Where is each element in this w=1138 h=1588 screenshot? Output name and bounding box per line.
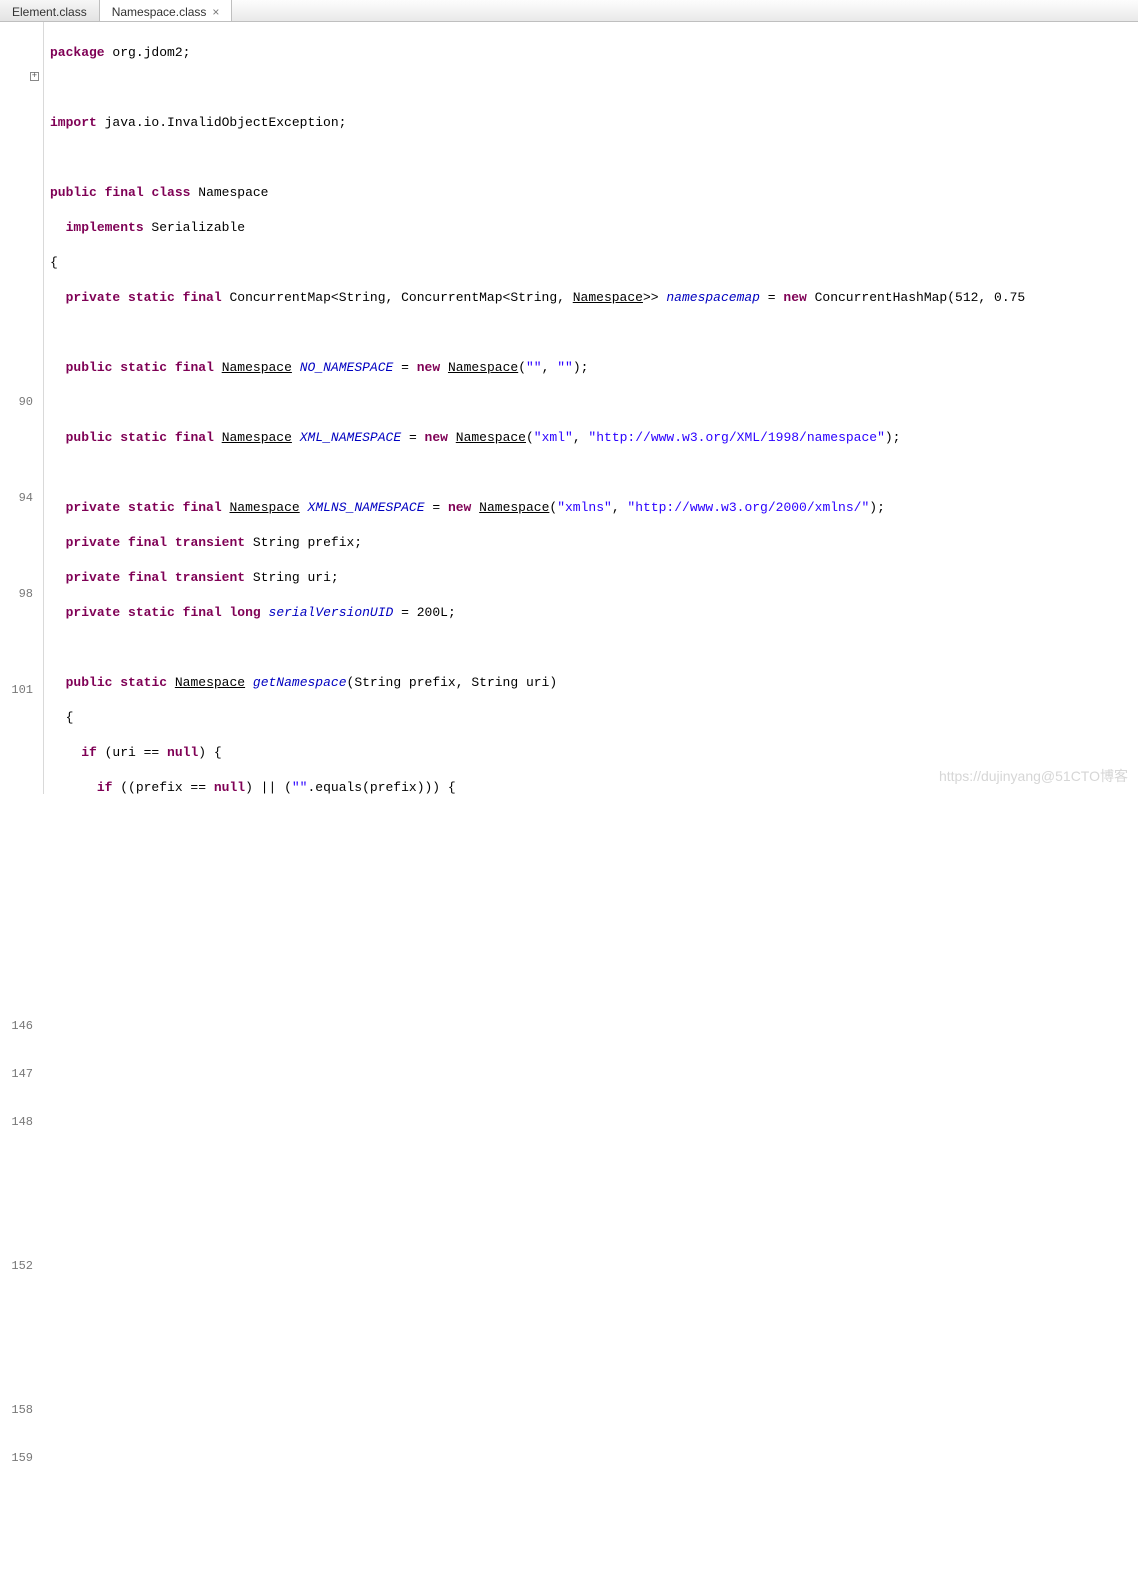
tab-label: Namespace.class (112, 5, 207, 19)
line-number: 147 (0, 1064, 43, 1084)
tab-label: Element.class (12, 5, 87, 19)
close-icon[interactable]: × (212, 6, 219, 18)
line-number: 158 (0, 1400, 43, 1420)
code-editor[interactable]: 90 94 98 101 146 147 148 152 158 159 163… (0, 22, 1138, 794)
tab-bar: Element.class Namespace.class × (0, 0, 1138, 22)
tab-element-class[interactable]: Element.class (0, 0, 100, 21)
line-number: 94 (0, 488, 43, 508)
line-number: 146 (0, 1016, 43, 1036)
line-number: 101 (0, 680, 43, 700)
line-number: 90 (0, 392, 43, 412)
line-number: 152 (0, 1256, 43, 1276)
line-number: 159 (0, 1448, 43, 1468)
gutter: 90 94 98 101 146 147 148 152 158 159 163… (0, 22, 44, 794)
line-number: 148 (0, 1112, 43, 1132)
tab-namespace-class[interactable]: Namespace.class × (100, 0, 233, 21)
line-number: 98 (0, 584, 43, 604)
fold-expand-icon[interactable]: + (30, 72, 39, 81)
code-area[interactable]: package org.jdom2; import java.io.Invali… (44, 22, 1138, 794)
